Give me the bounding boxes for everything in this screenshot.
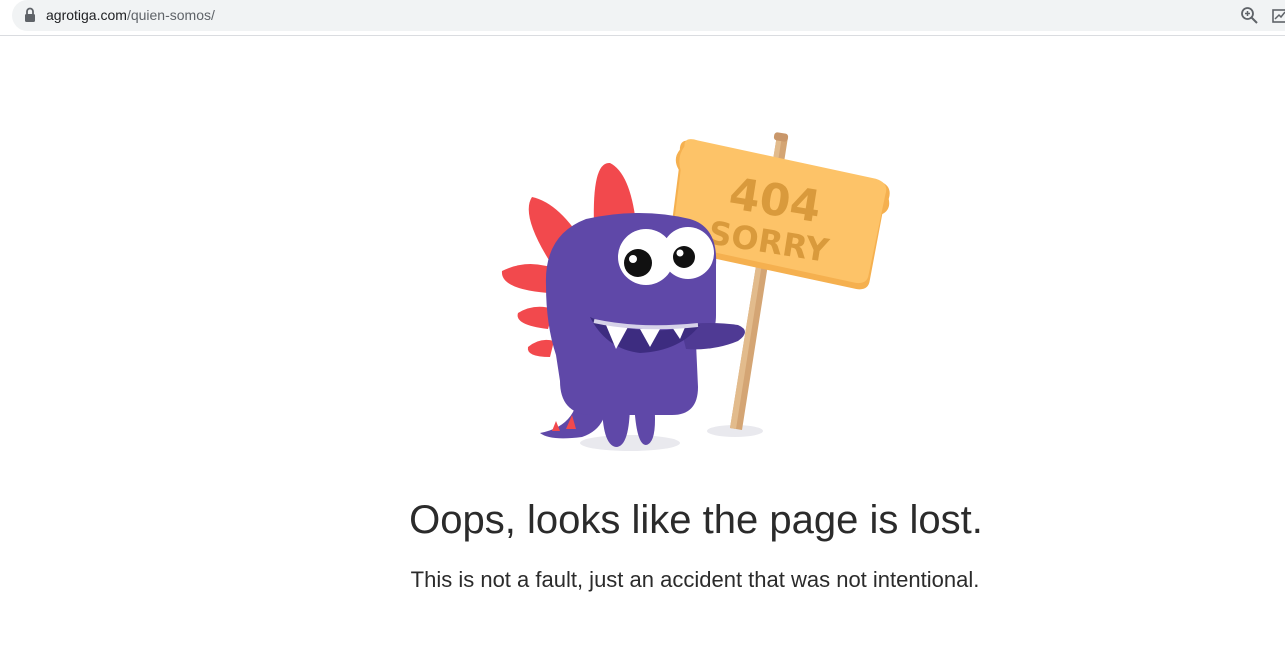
url-text[interactable]: agrotiga.com/quien-somos/ xyxy=(46,7,215,23)
zoom-icon[interactable] xyxy=(1240,6,1259,25)
404-illustration: 404 SORRY xyxy=(501,132,890,451)
error-subtext: This is not a fault, just an accident th… xyxy=(410,567,980,592)
open-in-app-icon[interactable] xyxy=(1271,6,1285,25)
lock-icon[interactable] xyxy=(24,7,36,23)
browser-address-bar: agrotiga.com/quien-somos/ xyxy=(0,0,1285,36)
error-heading: Oops, looks like the page is lost. xyxy=(409,498,983,542)
monster-shadow xyxy=(580,435,680,451)
url-domain: agrotiga.com xyxy=(46,7,127,23)
scrollbar-track[interactable] xyxy=(1281,37,1285,653)
url-path: /quien-somos/ xyxy=(126,7,215,23)
